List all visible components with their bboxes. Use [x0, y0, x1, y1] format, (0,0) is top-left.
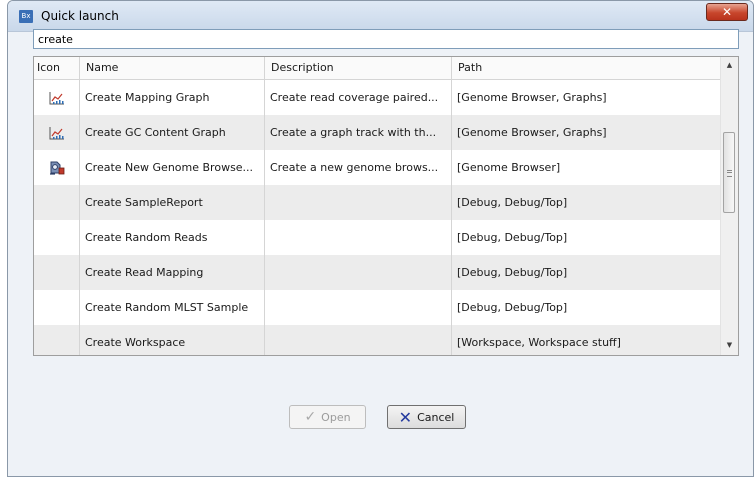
graph-icon: [49, 92, 64, 105]
row-name: Create SampleReport: [80, 185, 265, 220]
table-body: Create Mapping Graph Create read coverage…: [34, 80, 738, 355]
table-row[interactable]: Create Random Reads [Debug, Debug/Top]: [34, 220, 738, 255]
genome-browser-icon: [49, 161, 64, 175]
cancel-x-icon: ✕: [398, 407, 413, 427]
icon-cell: [34, 255, 80, 290]
row-description: [265, 325, 452, 355]
row-name: Create GC Content Graph: [80, 115, 265, 150]
row-path: [Workspace, Workspace stuff]: [457, 336, 621, 349]
row-name: Create Random Reads: [80, 220, 265, 255]
row-name: Create Mapping Graph: [80, 80, 265, 115]
column-header-path[interactable]: Path: [452, 57, 723, 79]
app-icon: Bx: [19, 10, 33, 23]
table-row[interactable]: Create New Genome Browse... Create a new …: [34, 150, 738, 185]
row-name: Create Random MLST Sample: [80, 290, 265, 325]
search-input[interactable]: [33, 29, 739, 49]
open-button[interactable]: ✓ Open: [289, 405, 366, 429]
results-table: Icon Name Description Path Create Mappin…: [33, 56, 739, 356]
icon-cell: [34, 185, 80, 220]
row-description: [265, 290, 452, 325]
scroll-up-arrow-icon[interactable]: ▲: [721, 61, 738, 69]
row-description: Create a new genome brows...: [265, 150, 452, 185]
vertical-scrollbar[interactable]: ▲ ▼: [720, 57, 738, 355]
table-row[interactable]: Create SampleReport [Debug, Debug/Top]: [34, 185, 738, 220]
row-name: Create Workspace: [80, 325, 265, 355]
row-path: [Debug, Debug/Top]: [457, 231, 568, 244]
table-row[interactable]: Create Mapping Graph Create read coverage…: [34, 80, 738, 115]
table-header: Icon Name Description Path: [34, 57, 738, 80]
icon-cell: [34, 325, 80, 355]
row-name: Create Read Mapping: [80, 255, 265, 290]
row-description: [265, 255, 452, 290]
scroll-down-arrow-icon[interactable]: ▼: [721, 341, 738, 349]
title-bar[interactable]: Bx Quick launch ✕: [8, 1, 753, 32]
checkmark-icon: ✓: [304, 409, 317, 425]
row-description: [265, 185, 452, 220]
window-title: Quick launch: [41, 9, 119, 23]
row-description: Create read coverage paired...: [265, 80, 452, 115]
table-row[interactable]: Create Workspace [Workspace, Workspace st…: [34, 325, 738, 355]
row-name: Create New Genome Browse...: [80, 150, 265, 185]
scrollbar-thumb[interactable]: [723, 132, 735, 213]
row-description: [265, 220, 452, 255]
genome-browser-icon: [34, 150, 80, 185]
row-path: [Debug, Debug/Top]: [457, 196, 568, 209]
graph-icon: [34, 80, 80, 115]
cancel-button-label: Cancel: [417, 410, 455, 424]
icon-cell: [34, 220, 80, 255]
row-description: Create a graph track with th...: [265, 115, 452, 150]
column-header-description[interactable]: Description: [265, 57, 452, 79]
graph-icon: [49, 127, 64, 140]
row-path: [Debug, Debug/Top]: [457, 266, 568, 279]
icon-cell: [34, 290, 80, 325]
table-row[interactable]: Create Read Mapping [Debug, Debug/Top]: [34, 255, 738, 290]
cancel-button[interactable]: ✕ Cancel: [387, 405, 466, 429]
row-path: [Genome Browser, Graphs]: [457, 91, 607, 104]
table-row[interactable]: Create Random MLST Sample [Debug, Debug/T…: [34, 290, 738, 325]
column-header-name[interactable]: Name: [80, 57, 265, 79]
close-button[interactable]: ✕: [706, 3, 748, 21]
open-button-label: Open: [321, 410, 351, 424]
column-header-icon[interactable]: Icon: [34, 57, 80, 79]
row-path: [Genome Browser]: [457, 161, 561, 174]
table-row[interactable]: Create GC Content Graph Create a graph tr…: [34, 115, 738, 150]
grip-icon: [727, 170, 732, 177]
graph-icon: [34, 115, 80, 150]
row-path: [Debug, Debug/Top]: [457, 301, 568, 314]
row-path: [Genome Browser, Graphs]: [457, 126, 607, 139]
